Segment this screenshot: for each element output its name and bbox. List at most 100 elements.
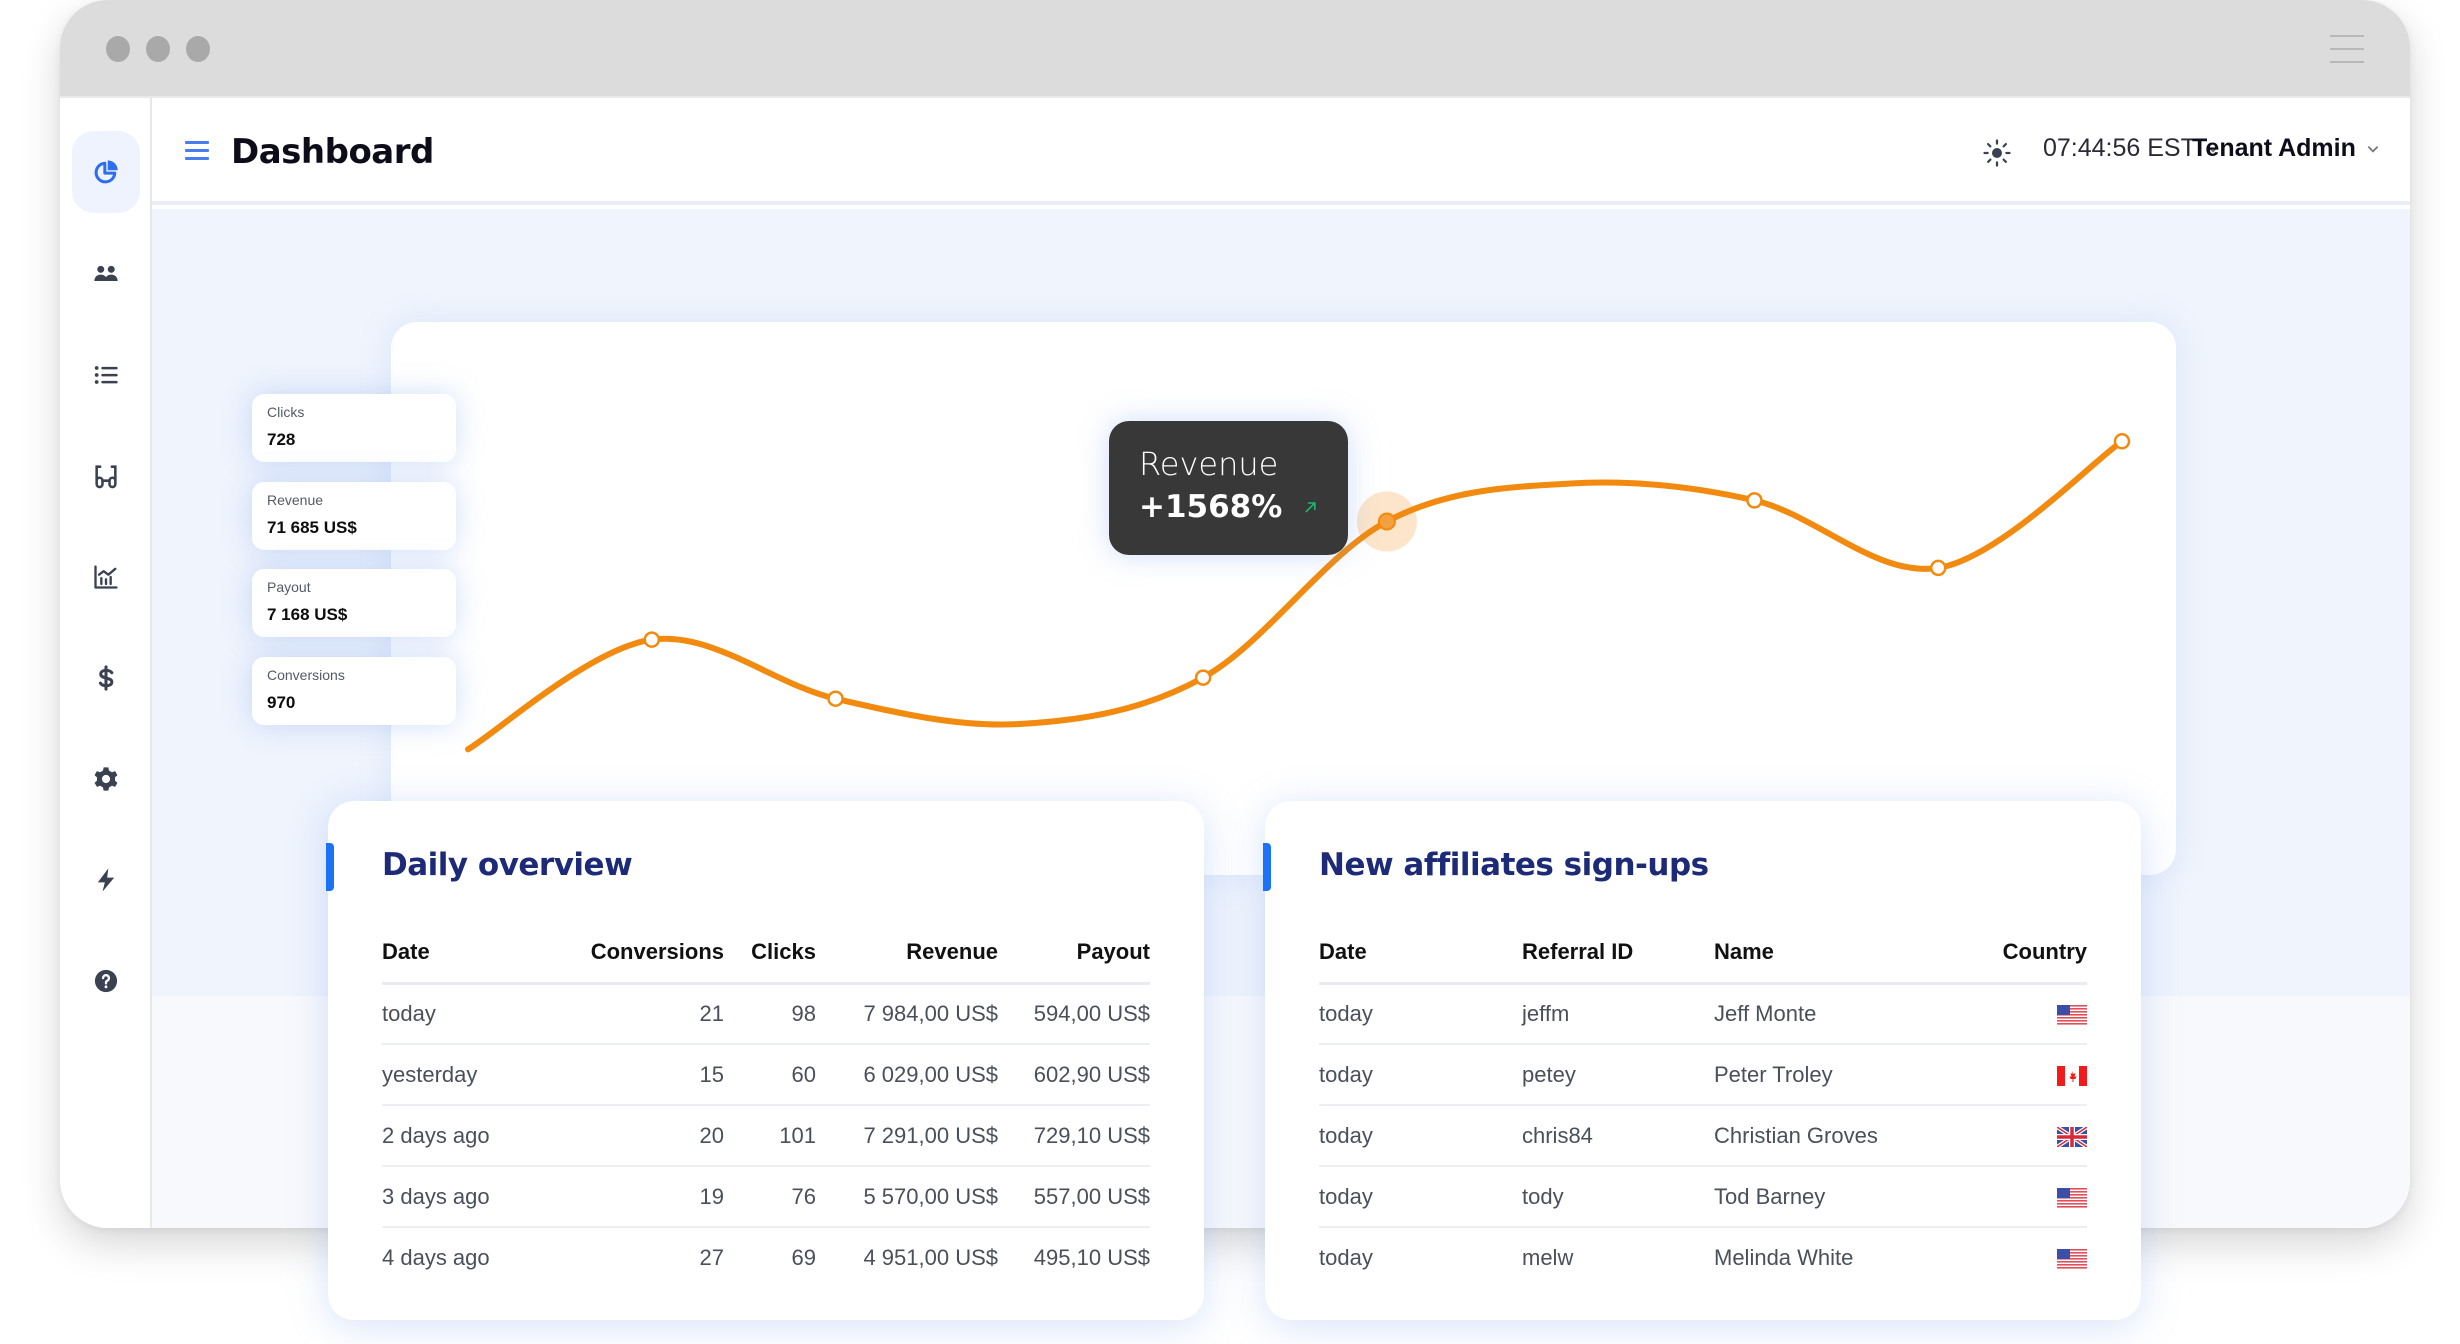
cell-name: Tod Barney bbox=[1714, 1166, 1934, 1228]
top-header: Dashboard 07:44:56 EST Tenant Admin bbox=[152, 98, 2410, 205]
table-row[interactable]: today tody Tod Barney bbox=[1319, 1166, 2087, 1228]
cell-revenue: 4 951,00 US$ bbox=[863, 1245, 998, 1270]
cell-referral-id: chris84 bbox=[1522, 1105, 1714, 1167]
column-header: Date bbox=[382, 923, 560, 985]
table-row[interactable]: 2 days ago 20 101 7 291,00 US$ 729,10 US$ bbox=[382, 1105, 1150, 1167]
daily-overview-card: Daily overview Date Conversions Clicks R… bbox=[326, 801, 1204, 1320]
chart-icon bbox=[94, 565, 118, 589]
window-minimize-dot[interactable] bbox=[146, 36, 170, 62]
stat-label: Conversions bbox=[267, 667, 345, 683]
user-menu-dropdown[interactable]: Tenant Admin bbox=[2192, 134, 2380, 163]
uk-flag-icon bbox=[2057, 1123, 2087, 1148]
user-name: Tenant Admin bbox=[2192, 134, 2356, 162]
table-row[interactable]: yesterday 15 60 6 029,00 US$ 602,90 US$ bbox=[382, 1044, 1150, 1106]
cell-clicks: 69 bbox=[791, 1245, 816, 1270]
window-close-dot[interactable] bbox=[106, 36, 130, 62]
card-title: New affiliates sign-ups bbox=[1319, 847, 1709, 883]
hamburger-icon[interactable] bbox=[2330, 35, 2364, 63]
card-accent-bar bbox=[326, 843, 334, 891]
stat-value: 7 168 US$ bbox=[267, 605, 348, 624]
cell-date: yesterday bbox=[382, 1044, 560, 1106]
cell-payout: 602,90 US$ bbox=[998, 1044, 1150, 1106]
cell-conversions: 19 bbox=[560, 1166, 724, 1228]
table-row[interactable]: today 21 98 7 984,00 US$ 594,00 US$ bbox=[382, 983, 1150, 1045]
sidebar bbox=[60, 98, 152, 1228]
column-header: Date bbox=[1319, 923, 1522, 985]
sidebar-item-affiliates[interactable] bbox=[72, 233, 140, 315]
cell-referral-id: tody bbox=[1522, 1166, 1714, 1228]
cell-clicks: 76 bbox=[724, 1166, 816, 1228]
cell-country bbox=[1934, 1105, 2087, 1167]
stat-label: Revenue bbox=[267, 492, 324, 508]
cell-date: today bbox=[382, 983, 560, 1045]
cell-date: 2 days ago bbox=[382, 1105, 560, 1167]
new-affiliates-card: New affiliates sign-ups Date Referral ID… bbox=[1263, 801, 2141, 1320]
cell-date: today bbox=[1319, 983, 1522, 1045]
column-header: Name bbox=[1714, 923, 1934, 985]
cell-revenue: 7 984,00 US$ bbox=[816, 983, 998, 1045]
table-row[interactable]: today melw Melinda White bbox=[1319, 1227, 2087, 1288]
stat-label: Clicks bbox=[267, 404, 305, 420]
sidebar-item-creatives[interactable] bbox=[72, 435, 140, 517]
dollar-icon bbox=[98, 665, 114, 691]
stat-value: 970 bbox=[267, 693, 296, 712]
lightning-icon bbox=[97, 868, 115, 892]
table-header-row: Date Conversions Clicks Revenue Payout bbox=[382, 923, 1150, 985]
table-row[interactable]: today jeffm Jeff Monte bbox=[1319, 983, 2087, 1045]
sidebar-item-help[interactable] bbox=[72, 940, 140, 1022]
window-titlebar bbox=[60, 0, 2410, 98]
cell-payout: 594,00 US$ bbox=[998, 983, 1150, 1045]
us-flag-icon bbox=[2057, 1245, 2087, 1270]
cell-payout: 495,10 US$ bbox=[1033, 1245, 1150, 1270]
list-icon bbox=[94, 366, 118, 384]
table-row[interactable]: today petey Peter Troley bbox=[1319, 1044, 2087, 1106]
cell-date: today bbox=[1319, 1044, 1522, 1106]
sidebar-item-payouts[interactable] bbox=[72, 637, 140, 719]
table-row[interactable]: 3 days ago 19 76 5 570,00 US$ 557,00 US$ bbox=[382, 1166, 1150, 1228]
table-header-row: Date Referral ID Name Country bbox=[1319, 923, 2087, 985]
page-title: Dashboard bbox=[231, 132, 434, 172]
cell-name: Jeff Monte bbox=[1714, 983, 1934, 1045]
sidebar-item-integrations[interactable] bbox=[72, 839, 140, 921]
stat-card-revenue: Revenue 71 685 US$ bbox=[252, 482, 456, 550]
tooltip-value: +1568% bbox=[1139, 489, 1283, 525]
cell-revenue: 5 570,00 US$ bbox=[816, 1166, 998, 1228]
sidebar-item-list[interactable] bbox=[72, 334, 140, 416]
stat-card-clicks: Clicks 728 bbox=[252, 394, 456, 462]
sidebar-item-reports[interactable] bbox=[72, 536, 140, 618]
table-row[interactable]: 4 days ago 27 69 4 951,00 US$ 495,10 US$ bbox=[382, 1227, 1150, 1288]
sidebar-item-dashboard[interactable] bbox=[72, 131, 140, 213]
users-icon bbox=[94, 265, 118, 281]
daily-overview-table: Date Conversions Clicks Revenue Payout t… bbox=[382, 923, 1150, 1288]
window-maximize-dot[interactable] bbox=[186, 36, 210, 62]
clock-time: 07:44:56 EST bbox=[2043, 134, 2196, 162]
column-header: Payout bbox=[998, 923, 1150, 985]
stat-card-conversions: Conversions 970 bbox=[252, 657, 456, 725]
cell-clicks: 101 bbox=[724, 1105, 816, 1167]
cell-date: today bbox=[1319, 1105, 1522, 1167]
sidebar-item-settings[interactable] bbox=[72, 738, 140, 820]
glasses-icon bbox=[95, 465, 117, 489]
stat-value: 71 685 US$ bbox=[267, 518, 357, 537]
card-title: Daily overview bbox=[382, 847, 633, 883]
sun-icon[interactable] bbox=[1982, 138, 2012, 168]
column-header: Referral ID bbox=[1522, 923, 1714, 985]
column-header: Revenue bbox=[816, 923, 998, 985]
cell-payout: 729,10 US$ bbox=[998, 1105, 1150, 1167]
column-header: Clicks bbox=[724, 923, 816, 985]
cell-country bbox=[1934, 1166, 2087, 1228]
help-icon bbox=[94, 969, 118, 993]
cell-revenue: 6 029,00 US$ bbox=[816, 1044, 998, 1106]
gear-icon bbox=[94, 767, 118, 791]
cell-conversions: 20 bbox=[560, 1105, 724, 1167]
cell-conversions: 21 bbox=[560, 983, 724, 1045]
cell-country bbox=[1934, 1044, 2087, 1106]
tooltip-label: Revenue bbox=[1139, 445, 1279, 483]
cell-name: Christian Groves bbox=[1714, 1105, 1934, 1167]
menu-toggle-icon[interactable] bbox=[185, 141, 209, 161]
stat-label: Payout bbox=[267, 579, 311, 595]
us-flag-icon bbox=[2057, 1001, 2087, 1026]
stat-card-payout: Payout 7 168 US$ bbox=[252, 569, 456, 637]
table-row[interactable]: today chris84 Christian Groves bbox=[1319, 1105, 2087, 1167]
cell-referral-id: petey bbox=[1522, 1044, 1714, 1106]
